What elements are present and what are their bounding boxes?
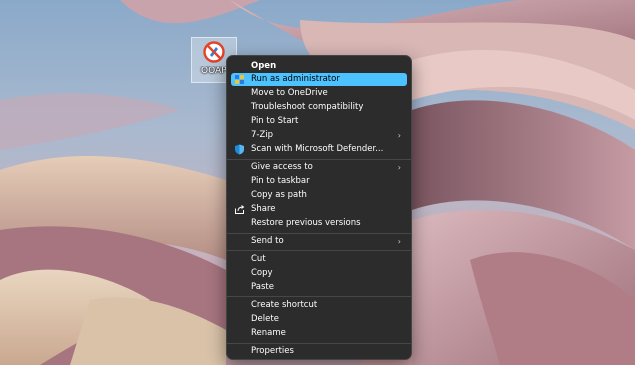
desktop: OOAP Open Run as administrator Move to O… bbox=[0, 0, 635, 365]
menu-item-rename[interactable]: Rename bbox=[231, 327, 407, 340]
menu-separator bbox=[227, 233, 411, 234]
menu-item-scan-with-defender[interactable]: Scan with Microsoft Defender... bbox=[231, 143, 407, 156]
menu-item-label: Cut bbox=[251, 254, 266, 264]
menu-item-label: Share bbox=[251, 204, 276, 214]
menu-item-run-as-administrator[interactable]: Run as administrator bbox=[231, 73, 407, 86]
menu-item-copy[interactable]: Copy bbox=[231, 267, 407, 280]
menu-item-label: Send to bbox=[251, 236, 284, 246]
menu-item-label: 7-Zip bbox=[251, 130, 274, 140]
menu-item-cut[interactable]: Cut bbox=[231, 253, 407, 266]
menu-item-send-to[interactable]: Send to › bbox=[231, 235, 407, 248]
menu-item-give-access-to[interactable]: Give access to › bbox=[231, 161, 407, 174]
chevron-right-icon: › bbox=[397, 163, 401, 172]
menu-item-restore-previous-versions[interactable]: Restore previous versions bbox=[231, 217, 407, 230]
menu-item-delete[interactable]: Delete bbox=[231, 313, 407, 326]
menu-item-label: Copy bbox=[251, 268, 273, 278]
menu-separator bbox=[227, 159, 411, 160]
menu-item-7zip[interactable]: 7-Zip › bbox=[231, 129, 407, 142]
shield-uac-icon bbox=[234, 74, 245, 85]
menu-item-label: Open bbox=[251, 61, 277, 71]
menu-item-share[interactable]: Share bbox=[231, 203, 407, 216]
menu-item-create-shortcut[interactable]: Create shortcut bbox=[231, 299, 407, 312]
menu-item-pin-to-start[interactable]: Pin to Start bbox=[231, 115, 407, 128]
menu-item-label: Delete bbox=[251, 314, 279, 324]
menu-item-move-to-onedrive[interactable]: Move to OneDrive bbox=[231, 87, 407, 100]
chevron-right-icon: › bbox=[397, 237, 401, 246]
menu-item-label: Give access to bbox=[251, 162, 313, 172]
context-menu: Open Run as administrator Move to OneDri… bbox=[226, 55, 412, 360]
share-icon bbox=[234, 204, 245, 215]
menu-item-label: Pin to taskbar bbox=[251, 176, 310, 186]
menu-item-pin-to-taskbar[interactable]: Pin to taskbar bbox=[231, 175, 407, 188]
menu-separator bbox=[227, 343, 411, 344]
chevron-right-icon: › bbox=[397, 131, 401, 140]
menu-item-label: Scan with Microsoft Defender... bbox=[251, 144, 384, 154]
menu-item-properties[interactable]: Properties bbox=[231, 345, 407, 358]
menu-item-label: Run as administrator bbox=[251, 74, 340, 84]
menu-item-label: Rename bbox=[251, 328, 286, 338]
menu-item-label: Copy as path bbox=[251, 190, 307, 200]
app-shortcut-icon bbox=[203, 41, 225, 63]
menu-item-label: Paste bbox=[251, 282, 274, 292]
menu-item-open[interactable]: Open bbox=[231, 60, 407, 73]
menu-item-label: Create shortcut bbox=[251, 300, 318, 310]
menu-separator bbox=[227, 296, 411, 297]
menu-item-label: Pin to Start bbox=[251, 116, 299, 126]
menu-item-label: Restore previous versions bbox=[251, 218, 361, 228]
menu-item-troubleshoot-compatibility[interactable]: Troubleshoot compatibility bbox=[231, 101, 407, 114]
menu-item-label: Properties bbox=[251, 346, 294, 356]
menu-item-copy-as-path[interactable]: Copy as path bbox=[231, 189, 407, 202]
menu-item-paste[interactable]: Paste bbox=[231, 281, 407, 294]
menu-item-label: Move to OneDrive bbox=[251, 88, 328, 98]
menu-separator bbox=[227, 250, 411, 251]
defender-shield-icon bbox=[234, 144, 245, 155]
menu-item-label: Troubleshoot compatibility bbox=[251, 102, 364, 112]
